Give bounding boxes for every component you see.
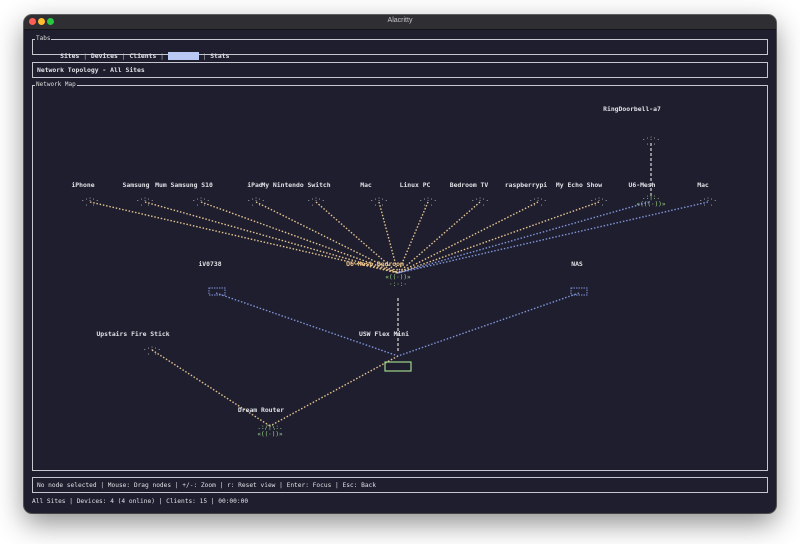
tab-sites[interactable]: Sites xyxy=(60,52,79,60)
tab-separator: | xyxy=(156,52,168,60)
node-label-u6-mesh-bedroom: U6-Mesh Bedroom xyxy=(346,260,404,268)
iphone-icon-base: · · xyxy=(85,202,96,209)
network-map-canvas[interactable]: .·:·.· · .·:·.· · .·:·.· · .·:·.· · .·:·… xyxy=(33,86,767,470)
client-links xyxy=(89,201,600,427)
mac-icon-base: · · xyxy=(374,202,385,209)
node-label-echo-show: My Echo Show xyxy=(556,181,602,189)
tab-devices[interactable]: Devices xyxy=(91,52,118,60)
tab-clients[interactable]: Clients xyxy=(129,52,156,60)
nintendo-icon-base: · · xyxy=(311,202,322,209)
help-panel: No node selected | Mouse: Drag nodes | +… xyxy=(32,477,768,493)
node-label-u6-mesh: U6-Mesh xyxy=(629,181,656,189)
dream-router-icon: .:/|\:. xyxy=(257,424,282,431)
node-label-mac-2: Mac xyxy=(697,181,709,189)
ringdoorbell-icon-base: · · xyxy=(646,141,657,148)
status-bar: All Sites | Devices: 4 (4 online) | Clie… xyxy=(32,498,249,505)
mum-samsung-icon-base: · · xyxy=(196,202,207,209)
title-bar: Alacritty xyxy=(24,15,776,30)
topology-header-panel: Network Topology - All Sites xyxy=(32,62,768,78)
node-label-upstairs-fire-stick: Upstairs Fire Stick xyxy=(96,330,169,338)
linux-pc-icon-base: · · xyxy=(423,202,434,209)
node-label-mum-samsung: Mum Samsung S10 xyxy=(155,181,213,189)
topology-title: Network Topology - All Sites xyxy=(37,66,145,74)
fire-stick-icon-base: · · xyxy=(147,351,158,358)
dream-router-icon-base: «((·))» xyxy=(257,431,283,438)
node-label-iphone: iPhone xyxy=(71,181,94,189)
tabs-panel-title: Tabs xyxy=(35,34,52,43)
bedroom-tv-icon-base: · · xyxy=(475,202,486,209)
tab-topology[interactable]: Topology xyxy=(167,52,199,60)
network-map-panel[interactable]: Network Map .·:·. · · .·:·. · · .·:·. · … xyxy=(32,80,768,471)
terminal-window: Alacritty Tabs Sites | Devices | Clients… xyxy=(24,15,776,513)
node-label-ringdoorbell: RingDoorbell-a7 xyxy=(603,105,661,113)
nas-icon xyxy=(570,287,588,296)
node-label-dream-router: Dream Router xyxy=(238,406,284,414)
ipad-icon-base: · · xyxy=(251,202,262,209)
raspberrypi-icon-base: · · xyxy=(533,202,544,209)
echo-show-icon-base: · · xyxy=(594,202,605,209)
u6-mesh-bedroom-icon: «((·))» xyxy=(385,274,411,281)
node-label-raspberrypi: raspberrypi xyxy=(505,181,547,189)
node-label-iv0738: iV0738 xyxy=(198,260,221,268)
tab-stats[interactable]: Stats xyxy=(210,52,229,60)
tabs-panel: Tabs Sites | Devices | Clients | Topolog… xyxy=(32,34,768,60)
node-label-linux-pc: Linux PC xyxy=(400,181,431,189)
node-labels: iPhone Samsung Mum Samsung S10 iPad My N… xyxy=(71,105,708,414)
node-label-mac: Mac xyxy=(360,181,372,189)
window-title: Alacritty xyxy=(387,17,413,24)
uplinks xyxy=(397,143,652,352)
samsung-icon-base: · · xyxy=(140,202,151,209)
usw-flex-mini-icon xyxy=(384,361,412,372)
u6-mesh-icon-base: «(((·))» xyxy=(637,201,666,208)
wired-links xyxy=(215,201,709,357)
device-icons: .:|:. «(((·))» «((·))» ·:·:· .:/|\:. «((… xyxy=(257,194,665,438)
tab-separator: | xyxy=(117,52,130,60)
u6-mesh-icon: .:|:. xyxy=(642,194,660,201)
tab-separator: | xyxy=(198,52,211,60)
node-label-nas: NAS xyxy=(571,260,583,268)
node-label-usw-flex-mini: USW Flex Mini xyxy=(359,330,409,338)
node-label-bedroom-tv: Bedroom TV xyxy=(450,181,489,189)
node-label-samsung: Samsung xyxy=(123,181,150,189)
client-icons: .·:·.· · .·:·.· · .·:·.· · .·:·.· · .·:·… xyxy=(81,135,717,358)
node-label-nintendo: My Nintendo Switch xyxy=(261,181,330,189)
tab-separator: | xyxy=(79,52,91,60)
u6-mesh-bedroom-icon-base: ·:·:· xyxy=(389,281,407,288)
keyboard-help-text: No node selected | Mouse: Drag nodes | +… xyxy=(37,482,376,489)
mac-2-icon-base: · · xyxy=(703,202,714,209)
